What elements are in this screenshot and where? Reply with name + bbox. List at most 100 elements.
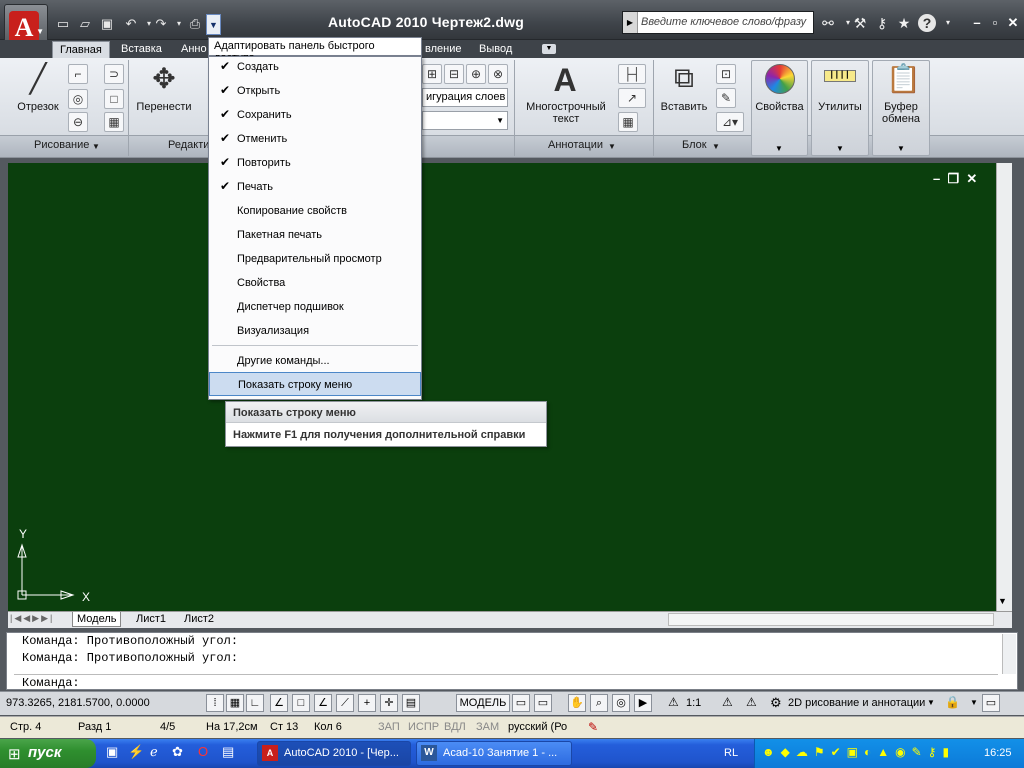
rectangle-icon[interactable]: □ bbox=[104, 89, 124, 109]
chevron-down-icon[interactable]: ▾ bbox=[938, 13, 958, 33]
menu-item[interactable]: Копирование свойств bbox=[209, 199, 421, 223]
lineweight-icon[interactable]: ✛ bbox=[380, 694, 398, 712]
layer-tool-icon[interactable]: ⊞ bbox=[422, 64, 442, 84]
scroll-down-icon[interactable]: ▼ bbox=[998, 596, 1007, 606]
drawing-canvas[interactable] bbox=[8, 163, 996, 611]
dynamic-ucs-icon[interactable]: ⟋ bbox=[336, 694, 354, 712]
overtype-indicator[interactable]: ЗАМ bbox=[476, 721, 499, 733]
quicklaunch-ie-icon[interactable]: ℯ bbox=[150, 744, 158, 760]
snap-mode-icon[interactable]: ⁞ bbox=[206, 694, 224, 712]
tab-sheet1[interactable]: Лист1 bbox=[132, 612, 170, 627]
infocenter-search[interactable]: ▶ Введите ключевое слово/фразу bbox=[622, 11, 814, 34]
quicklaunch-notepad-icon[interactable]: ▤ bbox=[222, 744, 234, 760]
tab-home[interactable]: Главная bbox=[52, 41, 110, 58]
zoom-icon[interactable]: ⌕ bbox=[590, 694, 608, 712]
lock-icon[interactable]: 🔒 bbox=[945, 695, 960, 709]
chevron-down-icon[interactable]: ▼ bbox=[92, 142, 100, 151]
pan-icon[interactable]: ✋ bbox=[568, 694, 586, 712]
close-icon[interactable]: ✕ bbox=[1004, 14, 1022, 32]
menu-item[interactable]: Предварительный просмотр bbox=[209, 247, 421, 271]
layer-tool-icon[interactable]: ⊟ bbox=[444, 64, 464, 84]
layout-list-icon[interactable]: ▭ bbox=[534, 694, 552, 712]
polar-tracking-icon[interactable]: ∠ bbox=[270, 694, 288, 712]
annotation-scale-icon[interactable]: ⚠ bbox=[668, 695, 679, 709]
showmotion-icon[interactable]: ▶ bbox=[634, 694, 652, 712]
menu-item-show-menubar[interactable]: Показать строку меню bbox=[209, 372, 421, 396]
dimension-icon[interactable]: ├┤ bbox=[618, 64, 646, 84]
new-file-icon[interactable]: ▭ bbox=[54, 15, 72, 33]
menu-item-more-commands[interactable]: Другие команды... bbox=[209, 349, 421, 373]
chevron-down-icon[interactable]: ▼ bbox=[608, 142, 616, 151]
tab-output[interactable]: Вывод bbox=[472, 41, 519, 58]
mtext-button[interactable]: Многострочный текст bbox=[520, 101, 612, 125]
line-button[interactable]: Отрезок bbox=[14, 101, 62, 113]
restore-icon[interactable]: ❐ bbox=[947, 171, 959, 186]
steering-wheel-icon[interactable]: ◎ bbox=[612, 694, 630, 712]
leader-icon[interactable]: ↗ bbox=[618, 88, 646, 108]
help-icon[interactable]: ? bbox=[918, 14, 936, 32]
save-icon[interactable]: ▣ bbox=[98, 15, 116, 33]
model-space-button[interactable]: МОДЕЛЬ bbox=[456, 694, 510, 712]
move-button[interactable]: Перенести bbox=[134, 101, 194, 113]
redo-icon[interactable]: ↷ bbox=[152, 15, 170, 33]
layout-nav-arrows[interactable]: |◀◀▶▶| bbox=[10, 613, 54, 624]
circle-icon[interactable]: ◎ bbox=[68, 89, 88, 109]
coordinates-readout[interactable]: 973.3265, 2181.5700, 0.0000 bbox=[6, 697, 150, 709]
customize-qat-button[interactable]: ▼ bbox=[206, 14, 221, 35]
minimize-icon[interactable]: – bbox=[968, 14, 986, 32]
task-word[interactable]: Acad-10 Занятие 1 - ... bbox=[416, 741, 572, 766]
properties-button[interactable]: Свойства bbox=[751, 101, 808, 113]
ribbon-minimize-icon[interactable]: ▼ bbox=[542, 44, 556, 54]
keyboard-language[interactable]: RL bbox=[724, 747, 738, 759]
quicklaunch-desktop-icon[interactable]: ▣ bbox=[106, 744, 118, 760]
panel-block-label[interactable]: Блок bbox=[682, 139, 707, 151]
menu-item[interactable]: ✔ Создать bbox=[209, 55, 421, 79]
tab-sheet2[interactable]: Лист2 bbox=[180, 612, 218, 627]
clean-screen-icon[interactable]: ▭ bbox=[982, 694, 1000, 712]
object-snap-icon[interactable]: □ bbox=[292, 694, 310, 712]
layer-config-dropdown[interactable]: игурация слоев bbox=[422, 88, 508, 107]
layout-icon[interactable]: ▭ bbox=[512, 694, 530, 712]
menu-item[interactable]: Свойства bbox=[209, 271, 421, 295]
tab-insert[interactable]: Вставка bbox=[114, 41, 169, 58]
binoculars-icon[interactable]: ⚯ bbox=[818, 13, 838, 33]
utilities-button[interactable]: Утилиты bbox=[811, 101, 869, 113]
annotation-scale[interactable]: 1:1 bbox=[686, 697, 701, 709]
menu-item[interactable]: ✔ Отменить bbox=[209, 127, 421, 151]
key-icon[interactable]: ⚷ bbox=[872, 13, 892, 33]
horizontal-scrollbar[interactable] bbox=[668, 613, 994, 626]
menu-item[interactable]: Пакетная печать bbox=[209, 223, 421, 247]
chevron-down-icon[interactable]: ▼ bbox=[970, 698, 978, 707]
track-changes-indicator[interactable]: ИСПР bbox=[408, 721, 439, 733]
object-tracking-icon[interactable]: ∠ bbox=[314, 694, 332, 712]
print-icon[interactable]: ⎙ bbox=[186, 15, 204, 33]
grid-mode-icon[interactable]: ▦ bbox=[226, 694, 244, 712]
close-icon[interactable]: ✕ bbox=[966, 171, 977, 186]
tray-icons[interactable]: ☻◆☁⚑✔▣◐▲◉✎⚷▮ bbox=[762, 745, 955, 759]
task-autocad[interactable]: AutoCAD 2010 - [Чер... bbox=[257, 741, 411, 766]
tab-model[interactable]: Модель bbox=[72, 612, 122, 627]
clipboard-button[interactable]: Буфер обмена bbox=[872, 101, 930, 125]
ortho-mode-icon[interactable]: ∟ bbox=[246, 694, 264, 712]
language-indicator[interactable]: русский (Ро bbox=[508, 721, 567, 733]
panel-annotations-label[interactable]: Аннотации bbox=[548, 139, 603, 151]
arc-icon[interactable]: ⊃ bbox=[104, 64, 124, 84]
edit-block-icon[interactable]: ✎ bbox=[716, 88, 736, 108]
table-icon[interactable]: ▦ bbox=[618, 112, 638, 132]
menu-item[interactable]: Визуализация bbox=[209, 319, 421, 343]
workspace-switch[interactable]: 2D рисование и аннотации bbox=[788, 697, 925, 709]
panel-modify-label[interactable]: Редакти bbox=[168, 139, 209, 151]
tab-manage[interactable]: вление bbox=[418, 41, 468, 58]
record-indicator[interactable]: ЗАП bbox=[378, 721, 400, 733]
insert-button[interactable]: Вставить bbox=[656, 101, 712, 113]
chevron-down-icon[interactable]: ▼ bbox=[712, 142, 720, 151]
layer-dropdown[interactable]: ▼ bbox=[422, 111, 508, 130]
wrench-icon[interactable]: ⚒ bbox=[850, 13, 870, 33]
layer-tool-icon[interactable]: ⊗ bbox=[488, 64, 508, 84]
hatch-icon[interactable]: ▦ bbox=[104, 112, 124, 132]
ellipse-icon[interactable]: ⊖ bbox=[68, 112, 88, 132]
menu-item[interactable]: ✔ Сохранить bbox=[209, 103, 421, 127]
chevron-right-icon[interactable]: ▶ bbox=[623, 12, 638, 33]
chevron-down-icon[interactable]: ▼ bbox=[836, 144, 844, 153]
spelling-icon[interactable]: ✎ bbox=[588, 720, 598, 734]
